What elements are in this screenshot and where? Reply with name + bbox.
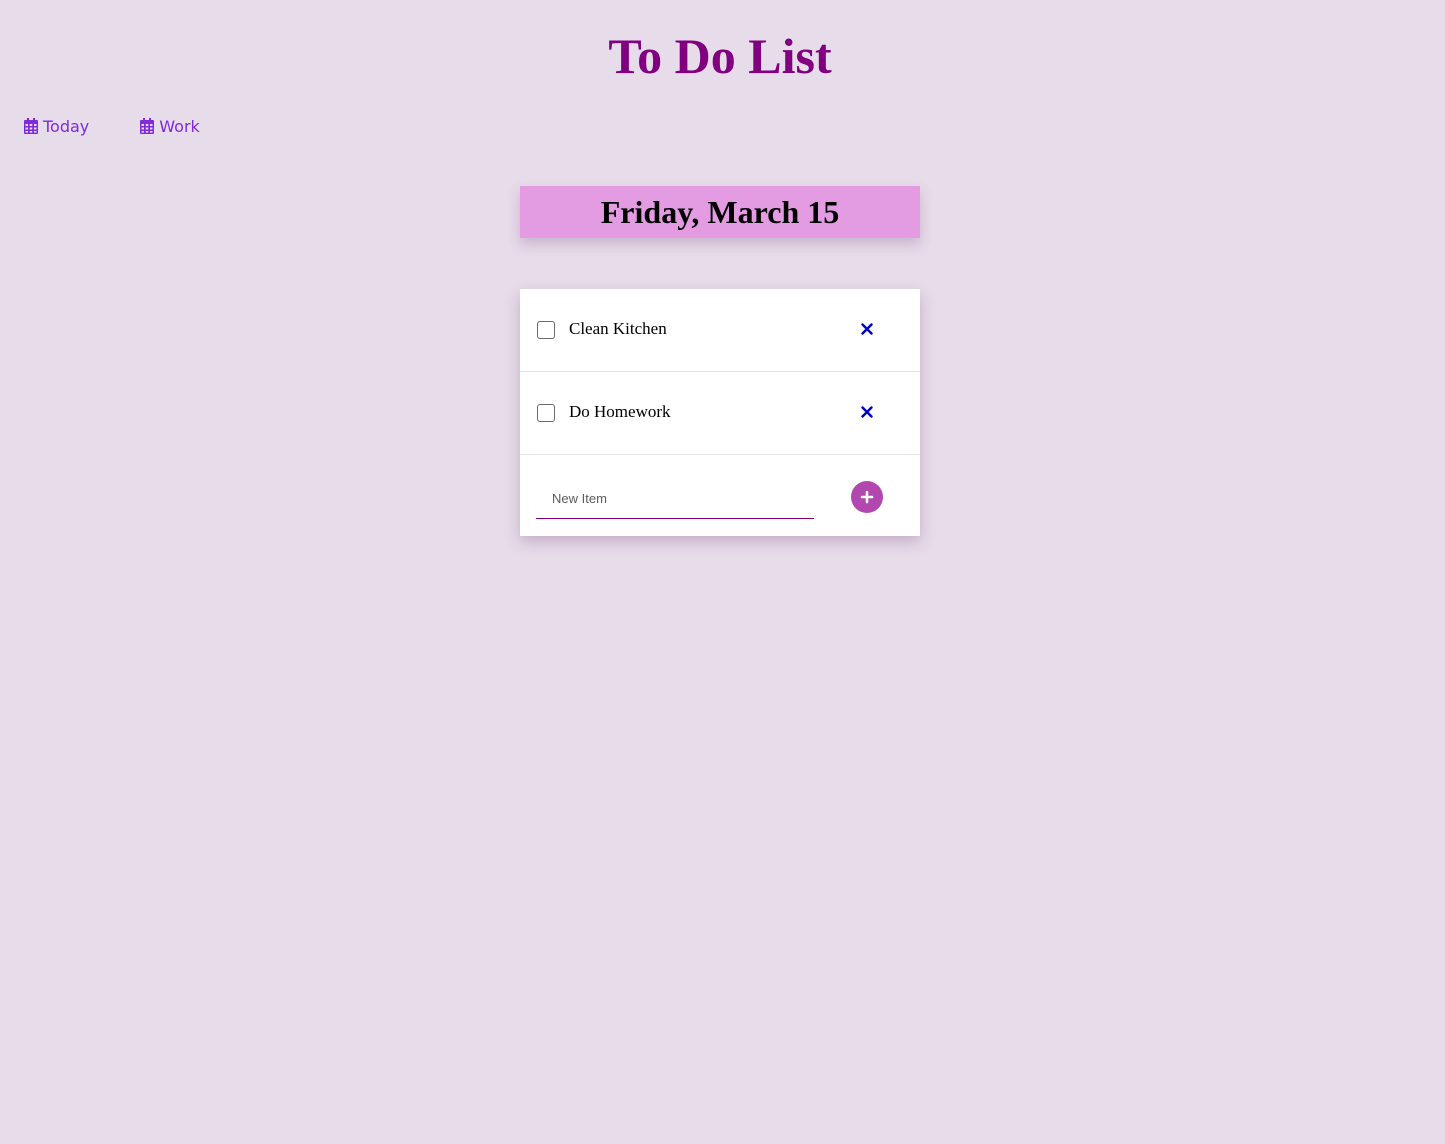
item-checkbox[interactable] (537, 404, 555, 422)
list-item: Do Homework (520, 372, 920, 455)
nav-link-today[interactable]: Today (24, 112, 89, 140)
item-label: Clean Kitchen (569, 319, 667, 338)
top-nav: Today Work (24, 112, 200, 140)
todo-list-card: Clean Kitchen Do Homework (520, 289, 920, 536)
calendar-icon (24, 118, 38, 134)
close-icon (861, 323, 873, 335)
nav-link-work[interactable]: Work (140, 112, 200, 140)
add-item-button[interactable] (851, 481, 883, 513)
calendar-icon (140, 118, 155, 134)
plus-icon (860, 490, 874, 504)
date-banner: Friday, March 15 (520, 186, 920, 238)
date-title: Friday, March 15 (600, 194, 840, 230)
close-icon (861, 406, 873, 418)
new-item-form (520, 455, 920, 537)
delete-button[interactable] (855, 400, 879, 424)
nav-link-today-label: Today (43, 116, 90, 136)
item-checkbox[interactable] (537, 321, 555, 339)
list-item: Clean Kitchen (520, 289, 920, 372)
new-item-input[interactable] (536, 478, 814, 519)
delete-button[interactable] (855, 317, 879, 341)
nav-link-work-label: Work (159, 116, 200, 136)
page-title: To Do List (608, 28, 832, 84)
item-label: Do Homework (569, 402, 671, 421)
